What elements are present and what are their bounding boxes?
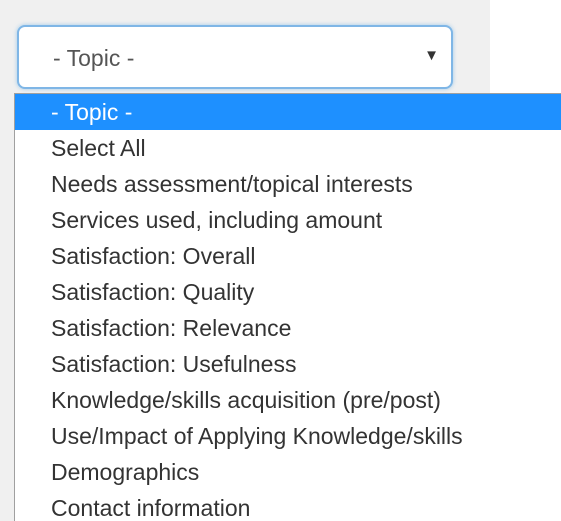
topic-dropdown-list[interactable]: - Topic - Select All Needs assessment/to… bbox=[14, 93, 561, 521]
option-knowledge-skills-acquisition[interactable]: Knowledge/skills acquisition (pre/post) bbox=[15, 382, 561, 418]
chevron-down-icon: ▼ bbox=[424, 47, 439, 64]
option-use-impact[interactable]: Use/Impact of Applying Knowledge/skills bbox=[15, 418, 561, 454]
topic-select-value: - Topic - bbox=[53, 45, 135, 71]
option-select-all[interactable]: Select All bbox=[15, 130, 561, 166]
option-contact-information[interactable]: Contact information bbox=[15, 490, 561, 521]
topic-select[interactable]: - Topic - ▼ bbox=[17, 25, 453, 89]
option-satisfaction-relevance[interactable]: Satisfaction: Relevance bbox=[15, 310, 561, 346]
option-demographics[interactable]: Demographics bbox=[15, 454, 561, 490]
option-satisfaction-usefulness[interactable]: Satisfaction: Usefulness bbox=[15, 346, 561, 382]
option-topic-placeholder[interactable]: - Topic - bbox=[15, 94, 561, 130]
option-services-used[interactable]: Services used, including amount bbox=[15, 202, 561, 238]
page-background-right bbox=[490, 0, 561, 95]
option-satisfaction-quality[interactable]: Satisfaction: Quality bbox=[15, 274, 561, 310]
option-satisfaction-overall[interactable]: Satisfaction: Overall bbox=[15, 238, 561, 274]
option-needs-assessment[interactable]: Needs assessment/topical interests bbox=[15, 166, 561, 202]
